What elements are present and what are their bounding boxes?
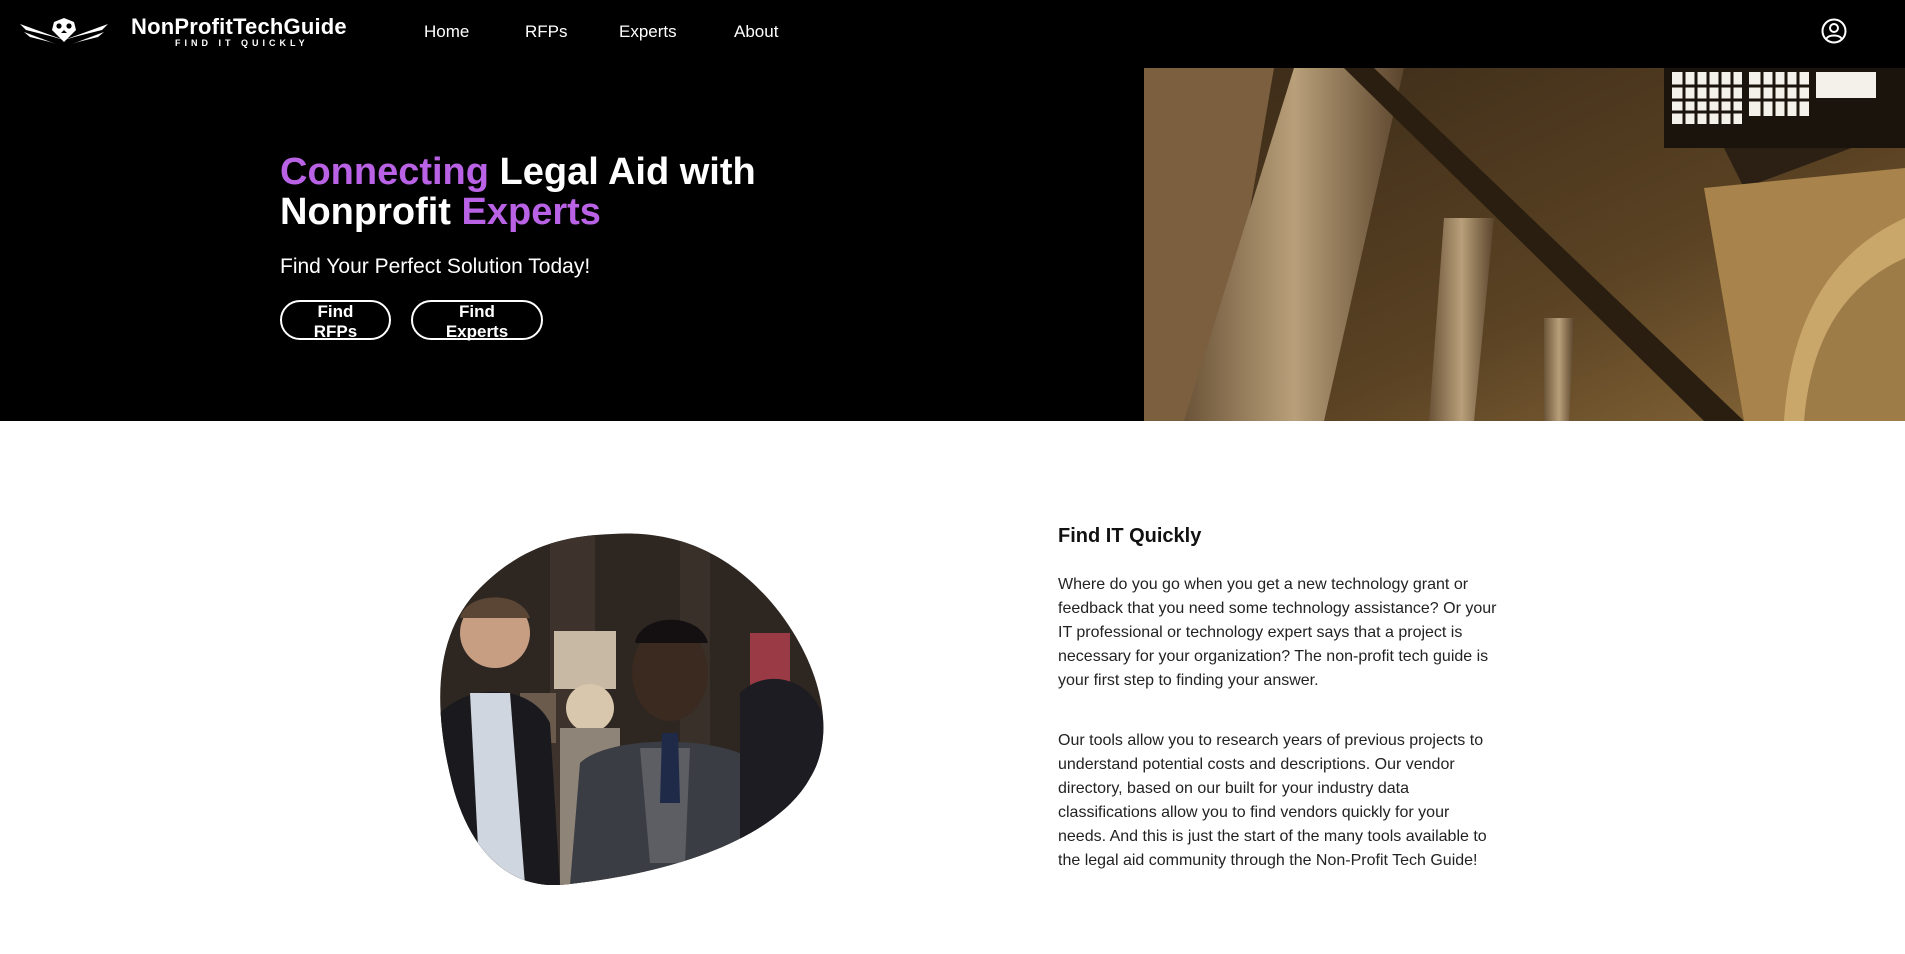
user-circle-icon[interactable]	[1821, 18, 1847, 44]
hero-title-highlight-2: Experts	[461, 191, 601, 233]
hero-title-highlight: Connecting	[280, 151, 489, 193]
hero-subtitle: Find Your Perfect Solution Today!	[280, 255, 591, 278]
hero-section: Connecting Legal Aid with Nonprofit Expe…	[0, 68, 1905, 421]
owl-wings-logo-icon[interactable]	[20, 16, 108, 46]
lawyers-meeting-image	[440, 533, 824, 885]
top-navbar: NonProfitTechGuide FIND IT QUICKLY Home …	[0, 0, 1905, 68]
intro-paragraph-1: Where do you go when you get a new techn…	[1058, 576, 1497, 689]
find-rfps-button[interactable]: Find RFPs	[280, 300, 391, 341]
section-title: Find IT Quickly	[1058, 525, 1202, 547]
hero-title: Connecting Legal Aid with Nonprofit Expe…	[280, 152, 840, 232]
find-experts-button[interactable]: Find Experts	[411, 300, 543, 341]
intro-paragraph-2: Our tools allow you to research years of…	[1058, 732, 1487, 869]
brand-name[interactable]: NonProfitTechGuide	[131, 14, 347, 40]
nav-link-experts[interactable]: Experts	[619, 22, 677, 42]
courthouse-columns-image	[1144, 68, 1905, 421]
brand-tagline: FIND IT QUICKLY	[175, 38, 309, 48]
nav-link-about[interactable]: About	[734, 22, 778, 42]
nav-link-rfps[interactable]: RFPs	[525, 22, 568, 42]
nav-link-home[interactable]: Home	[424, 22, 469, 42]
